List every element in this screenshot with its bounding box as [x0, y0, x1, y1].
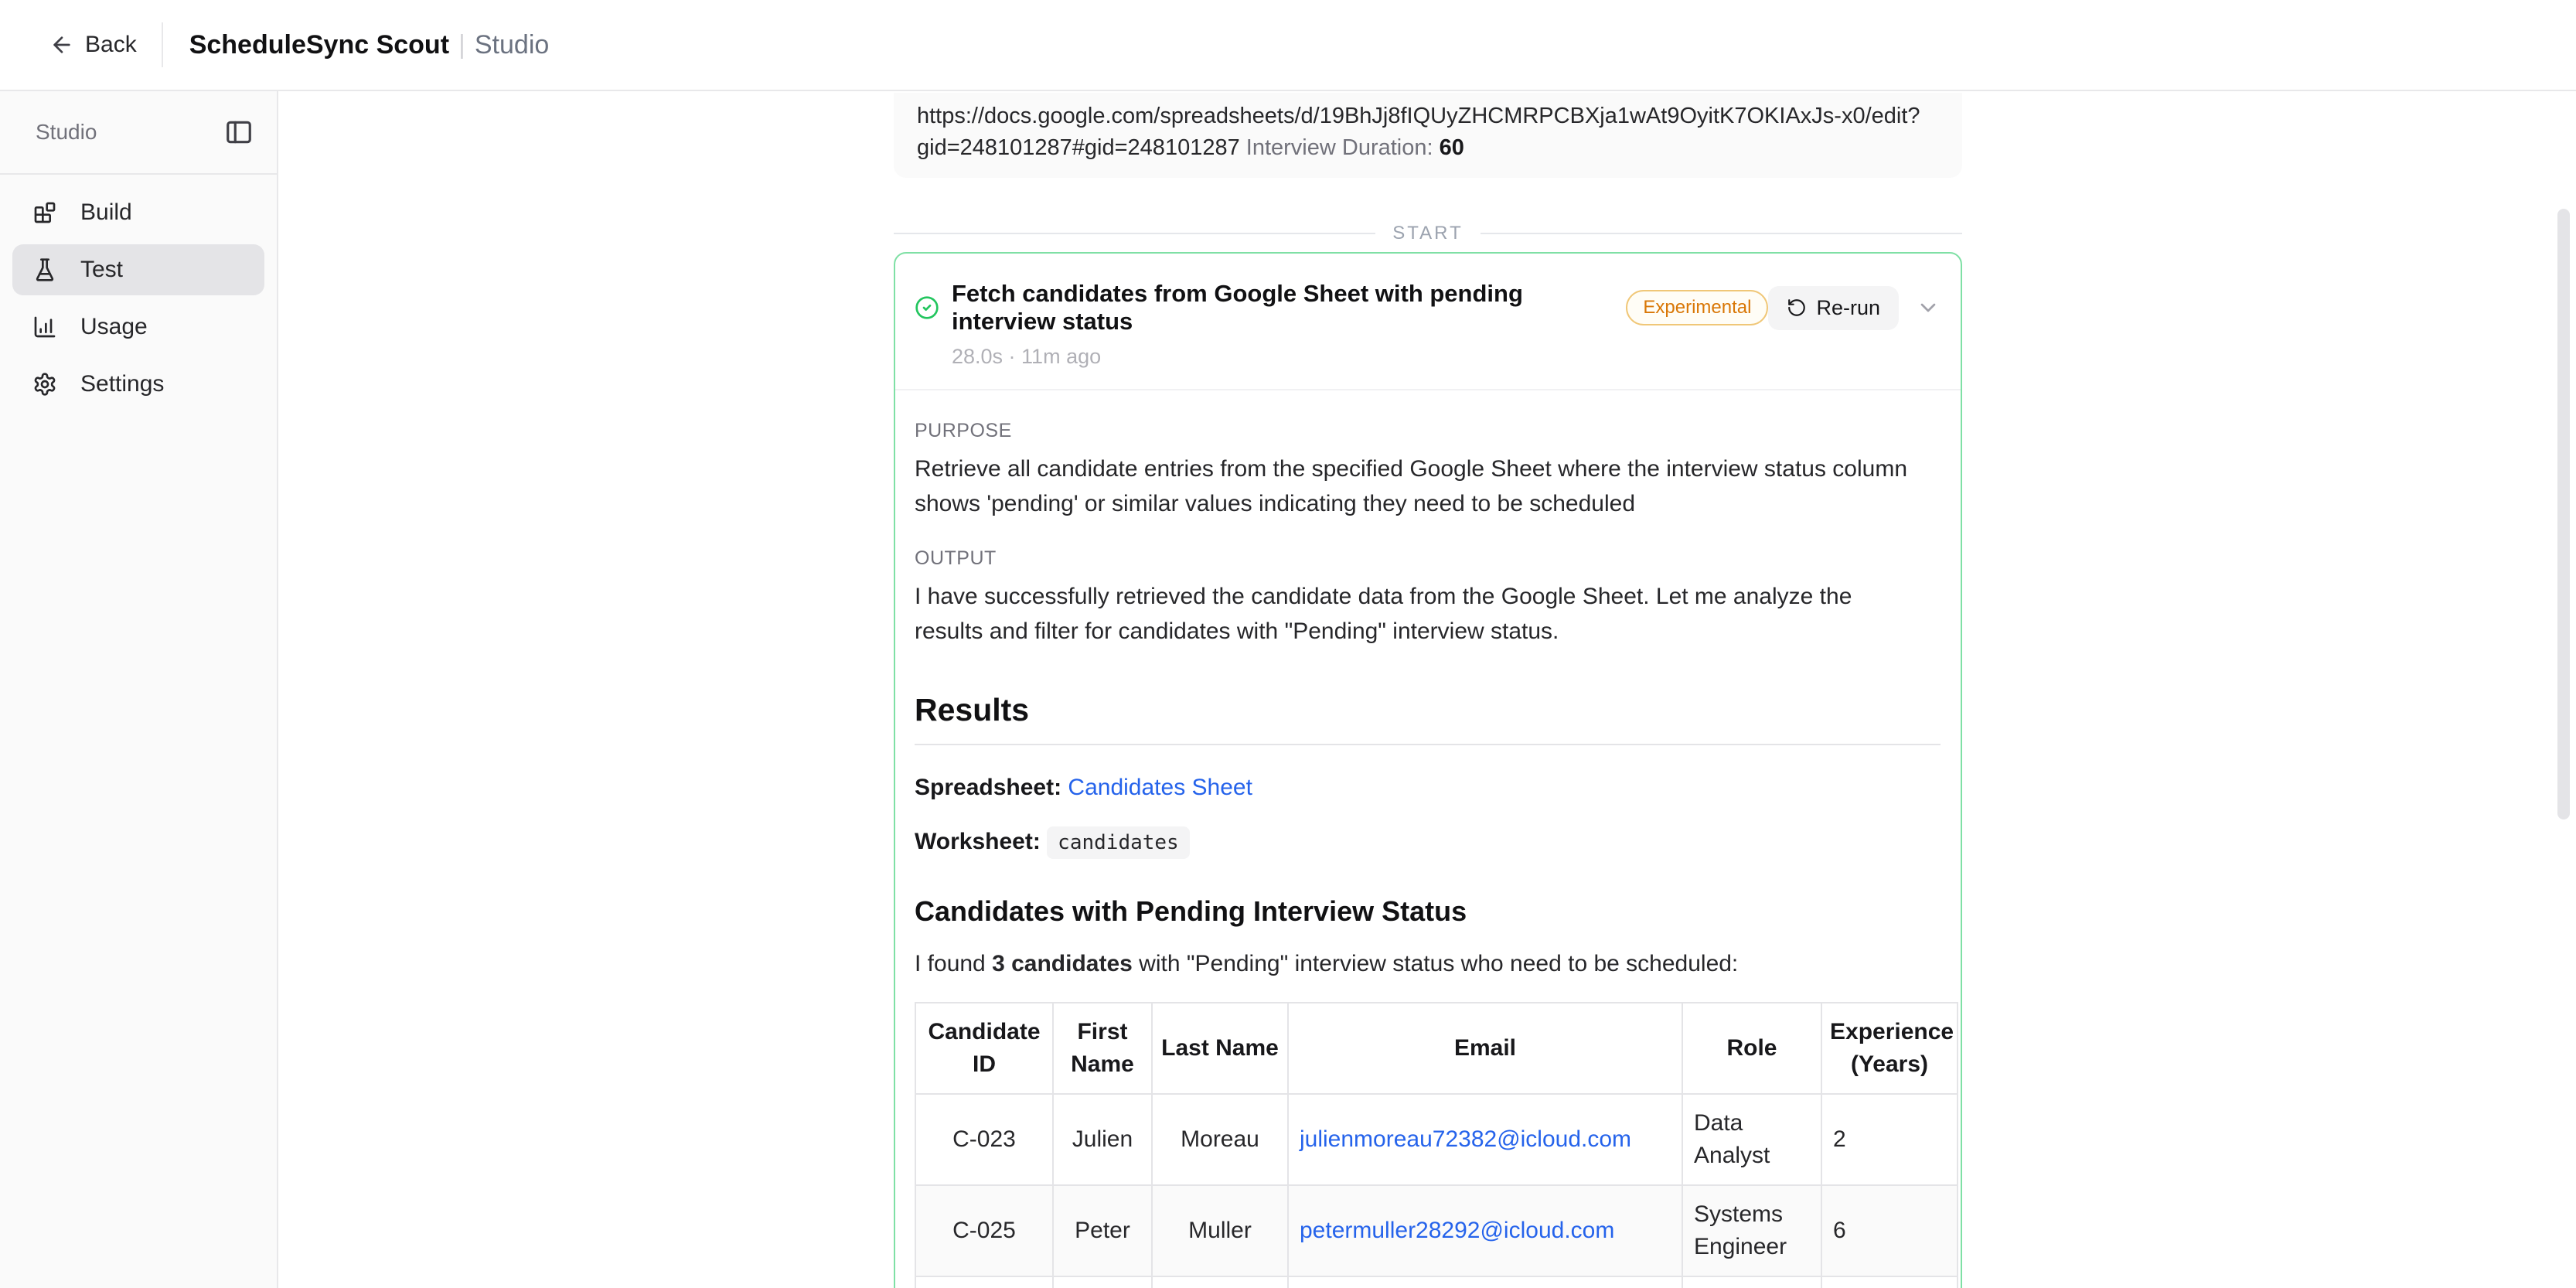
- spreadsheet-link[interactable]: Candidates Sheet: [1068, 775, 1252, 800]
- sidebar-item-settings[interactable]: Settings: [12, 359, 264, 410]
- candidate-email-link[interactable]: julienmoreau72382@icloud.com: [1300, 1126, 1631, 1152]
- interview-duration-value: 60: [1440, 135, 1464, 160]
- sidebar-item-label: Test: [80, 257, 123, 283]
- app-title: ScheduleSync Scout: [189, 30, 449, 60]
- task-title: Fetch candidates from Google Sheet with …: [952, 280, 1610, 336]
- table-row: C-028 Henry Thompson henry.thom333443pso…: [915, 1276, 1958, 1288]
- arrow-left-icon: [49, 32, 74, 57]
- sidebar-item-label: Usage: [80, 314, 148, 340]
- sidebar-item-label: Settings: [80, 371, 164, 397]
- task-duration-meta: 28.0s · 11m ago: [952, 345, 1941, 369]
- task-card-body: PURPOSE Retrieve all candidate entries f…: [895, 420, 1961, 1288]
- col-first-name: First Name: [1053, 1003, 1152, 1094]
- title-context: Studio: [475, 30, 549, 60]
- task-card-header: Fetch candidates from Google Sheet with …: [895, 254, 1961, 390]
- back-label: Back: [85, 32, 137, 58]
- spreadsheet-line: Spreadsheet: Candidates Sheet: [915, 775, 1941, 801]
- start-divider: START: [894, 223, 1962, 244]
- pending-candidates-heading: Candidates with Pending Interview Status: [915, 895, 1941, 928]
- top-header-bar: Back ScheduleSync Scout | Studio: [0, 0, 2576, 91]
- config-panel[interactable]: https://docs.google.com/spreadsheets/d/1…: [894, 93, 1962, 178]
- blocks-icon: [32, 200, 57, 225]
- sidebar-title: Studio: [36, 120, 97, 145]
- interview-duration-label: Interview Duration:: [1246, 135, 1433, 160]
- main-content: https://docs.google.com/spreadsheets/d/1…: [280, 93, 2576, 1288]
- vertical-scrollbar[interactable]: [2557, 209, 2570, 819]
- header-divider: [162, 22, 163, 67]
- col-candidate-id: Candidate ID: [915, 1003, 1053, 1094]
- col-role: Role: [1682, 1003, 1821, 1094]
- experimental-badge: Experimental: [1626, 290, 1768, 325]
- flask-icon: [32, 257, 57, 282]
- worksheet-value: candidates: [1047, 826, 1190, 859]
- sidebar-item-test[interactable]: Test: [12, 244, 264, 295]
- rerun-button[interactable]: Re-run: [1768, 286, 1899, 330]
- chevron-down-icon[interactable]: [1916, 295, 1941, 320]
- title-separator: |: [458, 30, 465, 60]
- purpose-label: PURPOSE: [915, 420, 1941, 442]
- task-card: Fetch candidates from Google Sheet with …: [894, 252, 1962, 1288]
- results-heading: Results: [915, 692, 1941, 745]
- table-row: C-023 Julien Moreau julienmoreau72382@ic…: [915, 1094, 1958, 1185]
- output-text: I have successfully retrieved the candid…: [915, 579, 1920, 649]
- candidates-table: Candidate ID First Name Last Name Email …: [915, 1002, 1958, 1288]
- success-check-icon: [915, 295, 939, 320]
- table-header-row: Candidate ID First Name Last Name Email …: [915, 1003, 1958, 1094]
- table-row: C-025 Peter Muller petermuller28292@iclo…: [915, 1185, 1958, 1276]
- purpose-text: Retrieve all candidate entries from the …: [915, 451, 1920, 521]
- sidebar-item-usage[interactable]: Usage: [12, 302, 264, 353]
- col-experience: Experience (Years): [1821, 1003, 1958, 1094]
- worksheet-line: Worksheet: candidates: [915, 829, 1941, 855]
- sidebar-header: Studio: [0, 91, 277, 175]
- col-email: Email: [1288, 1003, 1682, 1094]
- gear-icon: [32, 372, 57, 397]
- bar-chart-icon: [32, 315, 57, 339]
- summary-line: I found 3 candidates with "Pending" inte…: [915, 951, 1941, 977]
- sidebar-nav: Build Test Usage Settings: [0, 175, 277, 422]
- col-last-name: Last Name: [1152, 1003, 1288, 1094]
- output-label: OUTPUT: [915, 547, 1941, 570]
- back-button[interactable]: Back: [49, 32, 137, 58]
- panel-toggle-icon[interactable]: [224, 118, 254, 147]
- candidate-email-link[interactable]: petermuller28292@icloud.com: [1300, 1218, 1614, 1243]
- start-label: START: [1392, 223, 1463, 244]
- sidebar: Studio Build Test Usage Settings: [0, 91, 278, 1288]
- sidebar-item-label: Build: [80, 199, 132, 226]
- rerun-icon: [1787, 298, 1807, 318]
- sidebar-item-build[interactable]: Build: [12, 187, 264, 238]
